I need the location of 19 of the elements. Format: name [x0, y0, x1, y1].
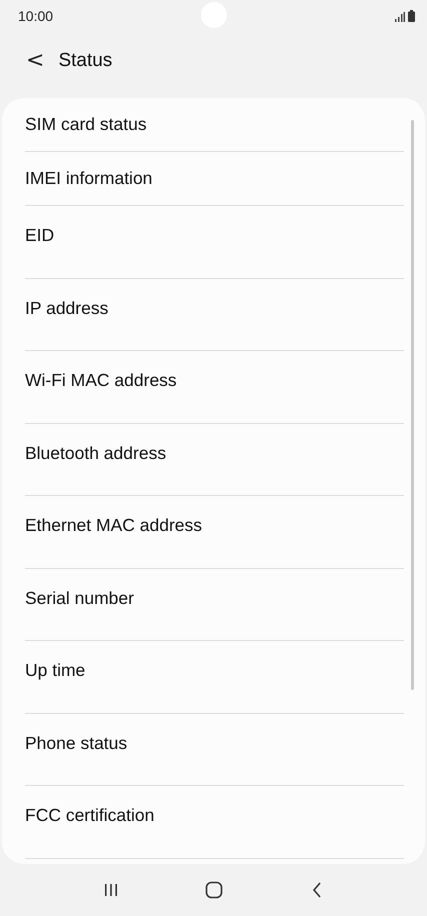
page-title: Status	[58, 50, 112, 72]
home-icon[interactable]	[205, 881, 224, 899]
settings-item[interactable]: Phone status	[25, 732, 128, 754]
recent-apps-icon[interactable]	[104, 883, 118, 897]
settings-item[interactable]: EID	[25, 225, 54, 246]
settings-item[interactable]: Serial number	[25, 588, 134, 608]
settings-item[interactable]: SIM card status	[25, 114, 147, 135]
settings-item[interactable]: IMEI information	[25, 168, 152, 189]
signal-icon	[395, 12, 405, 22]
status-time: 10:00	[18, 8, 54, 24]
settings-item[interactable]: Up time	[25, 660, 86, 681]
settings-item[interactable]: Bluetooth address	[25, 442, 166, 464]
settings-item[interactable]: IP address	[25, 298, 108, 318]
back-button[interactable]: <	[26, 50, 44, 72]
settings-item[interactable]: Wi-Fi MAC address	[25, 370, 177, 391]
back-icon[interactable]	[311, 882, 324, 898]
settings-item[interactable]: FCC certification	[25, 805, 154, 826]
battery-icon	[408, 10, 415, 22]
settings-item[interactable]: Ethernet MAC address	[25, 515, 202, 536]
